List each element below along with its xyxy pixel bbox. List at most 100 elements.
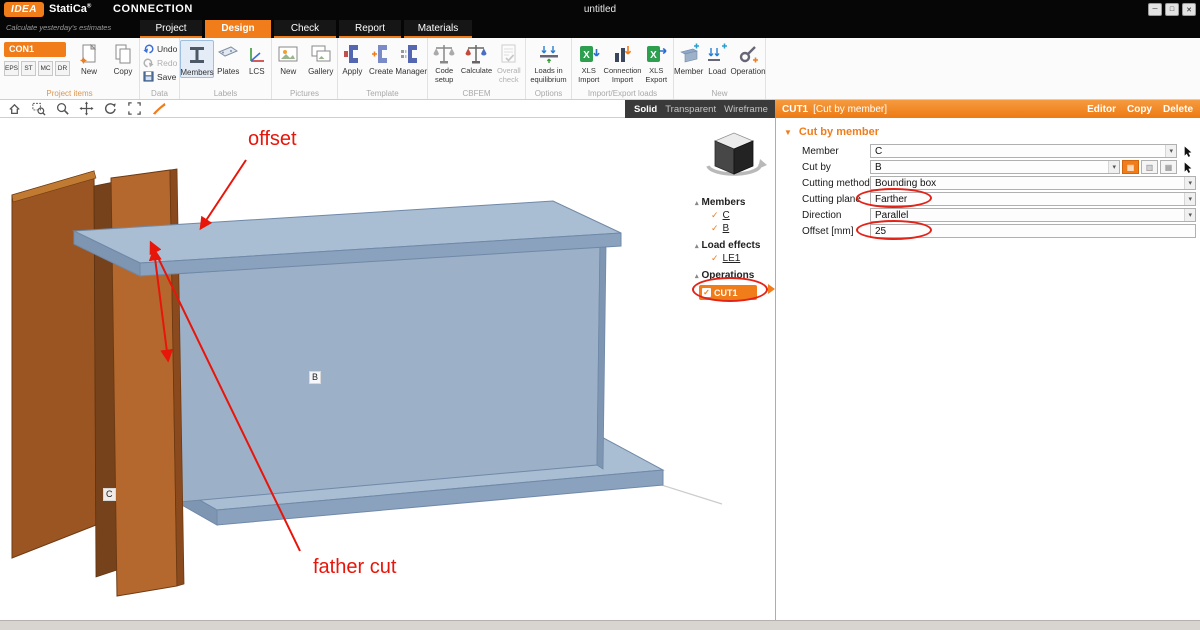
minimize-button[interactable]: ─ (1148, 3, 1162, 16)
app-window: IDEA StatiCa® CONNECTION untitled ─ □ ✕ … (0, 0, 1200, 630)
tree-load-le1[interactable]: ✓ LE1 (685, 252, 773, 265)
cut-by-dropdown[interactable]: B ▾ (870, 160, 1120, 174)
save-button[interactable]: Save (140, 70, 179, 84)
orbit-icon[interactable] (103, 101, 118, 116)
button-label: Gallery (308, 67, 333, 76)
collapse-caret-icon[interactable]: ▴ (695, 272, 699, 280)
member-pick-button[interactable] (1180, 144, 1196, 158)
fullscreen-icon[interactable] (127, 101, 142, 116)
view-mode-wireframe[interactable]: Wireframe (724, 104, 768, 115)
section-collapse-caret-icon[interactable]: ▼ (784, 128, 792, 137)
view-mode-transparent[interactable]: Transparent (665, 104, 716, 115)
chevron-down-icon[interactable]: ▾ (1165, 145, 1176, 157)
pan-icon[interactable] (79, 101, 94, 116)
check-icon[interactable]: ✓ (711, 253, 719, 264)
overall-check-button[interactable]: Overall check (493, 40, 525, 84)
copy-project-item-button[interactable]: Copy (106, 40, 140, 76)
button-label: Member (674, 67, 703, 76)
tab-materials[interactable]: Materials (404, 20, 472, 38)
father-cut-annotation: father cut (313, 556, 396, 579)
tree-load-effects-header[interactable]: Load effects (702, 240, 761, 251)
mc-button[interactable]: MC (38, 61, 53, 76)
navigation-cube[interactable] (700, 126, 768, 188)
loads-in-equilibrium-button[interactable]: Loads in equilibrium (529, 40, 569, 84)
chevron-down-icon[interactable]: ▾ (1184, 209, 1195, 221)
member-b-label[interactable]: B (723, 223, 730, 234)
lcs-labels-button[interactable]: LCS (243, 40, 272, 76)
home-view-icon[interactable] (7, 101, 22, 116)
clamp-create-icon (369, 41, 393, 67)
zoom-icon[interactable] (55, 101, 70, 116)
calculate-button[interactable]: Calculate (460, 40, 492, 76)
new-project-item-button[interactable]: New (72, 40, 106, 76)
manager-template-button[interactable]: Manager (395, 40, 427, 76)
tab-design[interactable]: Design (205, 20, 271, 38)
collapse-caret-icon[interactable]: ▴ (695, 242, 699, 250)
copy-operation-button[interactable]: Copy (1127, 104, 1152, 115)
chevron-down-icon[interactable]: ▾ (1108, 161, 1119, 173)
gallery-button[interactable]: Gallery (305, 40, 338, 76)
xls-import-button[interactable]: X XLS Import (572, 40, 606, 84)
list-button[interactable]: ▦ (1160, 160, 1177, 174)
view-mode-solid[interactable]: Solid (634, 104, 657, 115)
direction-dropdown[interactable]: Parallel ▾ (870, 208, 1196, 222)
button-label: Load (708, 67, 726, 76)
paintbrush-icon[interactable] (151, 101, 166, 116)
new-picture-button[interactable]: New (272, 40, 305, 76)
3d-scene[interactable] (0, 118, 775, 620)
code-setup-button[interactable]: Code setup (428, 40, 460, 84)
st-button[interactable]: ST (21, 61, 36, 76)
plate-edit-button[interactable]: ▦ (1122, 160, 1139, 174)
member-c-label[interactable]: C (723, 210, 730, 221)
new-operation-button[interactable]: Operation (731, 40, 765, 76)
chevron-down-icon[interactable]: ▾ (1184, 193, 1195, 205)
tree-operation-cut1[interactable]: ✓ CUT1 (699, 285, 757, 300)
apply-template-button[interactable]: Apply (338, 40, 367, 76)
cut-by-pick-button[interactable] (1180, 160, 1196, 174)
member-dropdown[interactable]: C ▾ (870, 144, 1177, 158)
checkbox-icon[interactable]: ✓ (702, 288, 711, 297)
tree-member-b[interactable]: ✓ B (685, 222, 773, 235)
collapse-caret-icon[interactable]: ▴ (695, 199, 699, 207)
tree-members-header[interactable]: Members (702, 197, 746, 208)
create-template-button[interactable]: Create (367, 40, 396, 76)
button-label: Code setup (428, 67, 460, 84)
connection-import-button[interactable]: Connection Import (606, 40, 640, 84)
eps-button[interactable]: EPS (4, 61, 19, 76)
status-bar (0, 620, 1200, 630)
zoom-window-icon[interactable] (31, 101, 46, 116)
check-icon[interactable]: ✓ (711, 223, 719, 234)
ribbon-tabs-bar: Calculate yesterday's estimates Project … (0, 20, 1200, 38)
tree-member-c[interactable]: ✓ C (685, 209, 773, 222)
beam-web[interactable] (160, 245, 600, 503)
offset-value: 25 (875, 226, 886, 237)
maximize-button[interactable]: □ (1165, 3, 1179, 16)
viewport-3d[interactable]: offset father cut B C ▴ Members ✓ C ✓ B (0, 118, 775, 620)
con1-button[interactable]: CON1 (4, 42, 66, 57)
xls-export-button[interactable]: X XLS Export (640, 40, 674, 84)
cutting-plane-dropdown[interactable]: Farther ▾ (870, 192, 1196, 206)
cut1-label: CUT1 (714, 288, 738, 298)
undo-button[interactable]: Undo (140, 42, 179, 56)
tab-report[interactable]: Report (339, 20, 401, 38)
column-back-flange[interactable] (12, 171, 96, 558)
new-load-button[interactable]: Load (703, 40, 731, 76)
delete-operation-button[interactable]: Delete (1163, 104, 1193, 115)
check-icon[interactable]: ✓ (711, 210, 719, 221)
members-labels-button[interactable]: Members (180, 40, 214, 78)
button-label: Loads in equilibrium (529, 67, 569, 84)
filter-button[interactable]: ▥ (1141, 160, 1158, 174)
cutting-method-dropdown[interactable]: Bounding box ▾ (870, 176, 1196, 190)
new-member-button[interactable]: Member (674, 40, 703, 76)
dr-button[interactable]: DR (55, 61, 70, 76)
tree-operations-header[interactable]: Operations (702, 270, 755, 281)
le1-label[interactable]: LE1 (723, 253, 741, 264)
editor-button[interactable]: Editor (1087, 104, 1116, 115)
offset-input[interactable]: 25 (870, 224, 1196, 238)
close-button[interactable]: ✕ (1182, 3, 1196, 16)
chevron-down-icon[interactable]: ▾ (1184, 177, 1195, 189)
tab-project[interactable]: Project (140, 20, 202, 38)
tab-check[interactable]: Check (274, 20, 336, 38)
redo-button[interactable]: Redo (140, 56, 179, 70)
plates-labels-button[interactable]: Plates (214, 40, 243, 76)
